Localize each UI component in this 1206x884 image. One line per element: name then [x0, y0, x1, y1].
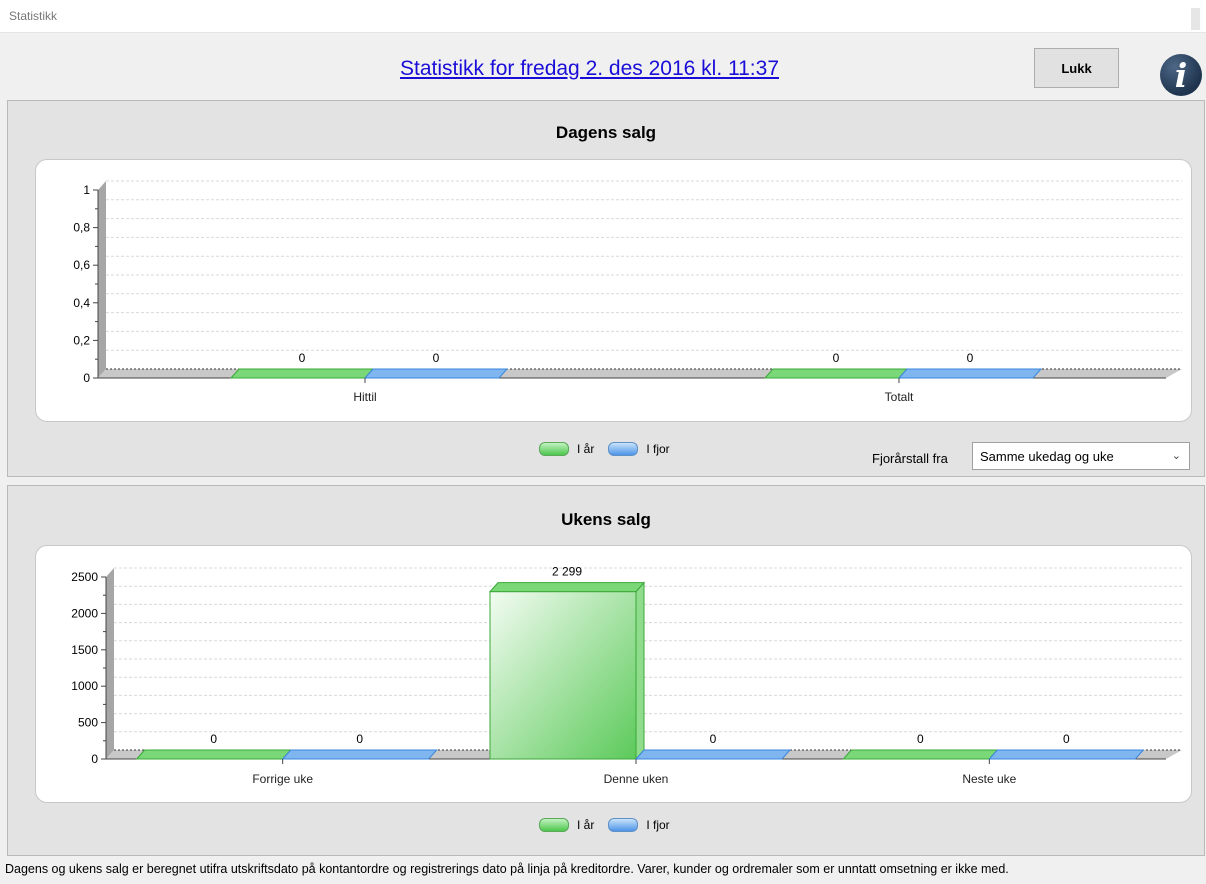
bar-top — [488, 582, 646, 593]
weekly-sales-title: Ukens salg — [561, 510, 651, 529]
bar-top — [135, 749, 292, 760]
prev-year-label: Fjorårstall fra — [872, 451, 948, 466]
bar-top — [363, 368, 509, 379]
legend-label-this-year: I år — [577, 818, 595, 832]
bar-top — [281, 749, 438, 760]
prev-year-select-value: Samme ukedag og uke — [980, 448, 1114, 464]
legend-swatch-last-year — [608, 442, 639, 456]
weekly-legend: I år I fjor — [539, 818, 684, 832]
data-label: 0 — [299, 351, 306, 365]
y-axis-wall — [106, 568, 114, 759]
bar-top — [897, 368, 1043, 379]
statistics-date-link[interactable]: Statistikk for fredag 2. des 2016 kl. 11… — [400, 57, 779, 81]
data-label: 0 — [433, 351, 440, 365]
legend-label-last-year: I fjor — [646, 818, 670, 832]
bar-top — [229, 368, 375, 379]
footnote: Dagens og ukens salg er beregnet utifra … — [5, 862, 1009, 876]
legend-label-this-year: I år — [577, 442, 595, 456]
info-icon[interactable]: i — [1160, 54, 1202, 96]
bar-top — [842, 749, 999, 760]
daily-sales-chart-svg: 0 0,2 0,4 0,6 0,8 1 0 0 Hittil 0 0 Totalt — [73, 180, 1182, 404]
x-tick-label: Totalt — [885, 390, 914, 404]
title-bar: Statistikk — [0, 0, 1206, 33]
x-tick-label: Forrige uke — [252, 772, 313, 786]
window-title: Statistikk — [9, 9, 58, 23]
y-tick-label: 2000 — [71, 606, 98, 620]
bar-side — [635, 581, 645, 761]
close-button[interactable]: Lukk — [1034, 48, 1119, 88]
y-tick-label: 2500 — [71, 570, 98, 584]
y-tick-label: 0 — [91, 752, 98, 766]
y-axis-wall — [98, 181, 106, 378]
y-tick-label: 1 — [83, 183, 90, 197]
y-tick-label: 0,2 — [73, 333, 90, 347]
bar — [489, 591, 637, 760]
y-tick-label: 0,8 — [73, 221, 90, 235]
legend-swatch-this-year — [539, 442, 569, 456]
data-label: 2 299 — [552, 565, 582, 579]
data-label: 0 — [917, 732, 924, 746]
scrollbar-stub[interactable] — [1191, 8, 1200, 30]
legend-swatch-last-year — [608, 818, 639, 832]
weekly-sales-chart: 0 500 1000 1500 2000 2500 0 0 Forrige uke 2 299 0 D… — [35, 545, 1192, 803]
bar-top — [763, 368, 909, 379]
daily-legend: I år I fjor — [539, 442, 684, 456]
data-label: 0 — [710, 732, 717, 746]
bar-top — [634, 749, 792, 760]
weekly-sales-panel: Ukens salg 0 500 1000 1500 2000 2500 0 0 Forrige… — [7, 485, 1205, 856]
daily-sales-chart: 0 0,2 0,4 0,6 0,8 1 0 0 Hittil 0 0 Totalt — [35, 159, 1192, 422]
chevron-down-icon: ⌄ — [1171, 450, 1181, 462]
legend-label-last-year: I fjor — [646, 442, 670, 456]
data-label: 0 — [833, 351, 840, 365]
x-tick-label: Neste uke — [962, 772, 1016, 786]
data-label: 0 — [356, 732, 363, 746]
data-label: 0 — [210, 732, 217, 746]
y-tick-label: 1000 — [71, 679, 98, 693]
data-label: 0 — [1063, 732, 1070, 746]
x-tick-label: Hittil — [353, 390, 376, 404]
y-tick-label: 0,4 — [73, 296, 90, 310]
legend-swatch-this-year — [539, 818, 569, 832]
prev-year-select[interactable]: Samme ukedag og uke ⌄ — [972, 442, 1190, 470]
y-tick-label: 0,6 — [73, 258, 90, 272]
daily-sales-panel: Dagens salg 0 0,2 0,4 0,6 0,8 1 0 0 Hittil 0 0 Tota… — [7, 100, 1205, 477]
daily-sales-title: Dagens salg — [555, 123, 657, 142]
y-tick-label: 0 — [83, 371, 90, 385]
y-tick-label: 1500 — [71, 643, 98, 657]
y-tick-label: 500 — [78, 716, 98, 730]
data-label: 0 — [967, 351, 974, 365]
bar-top — [988, 749, 1145, 760]
weekly-sales-chart-svg: 0 500 1000 1500 2000 2500 0 0 Forrige uke 2 299 0 D… — [71, 565, 1182, 786]
x-tick-label: Denne uken — [604, 772, 669, 786]
